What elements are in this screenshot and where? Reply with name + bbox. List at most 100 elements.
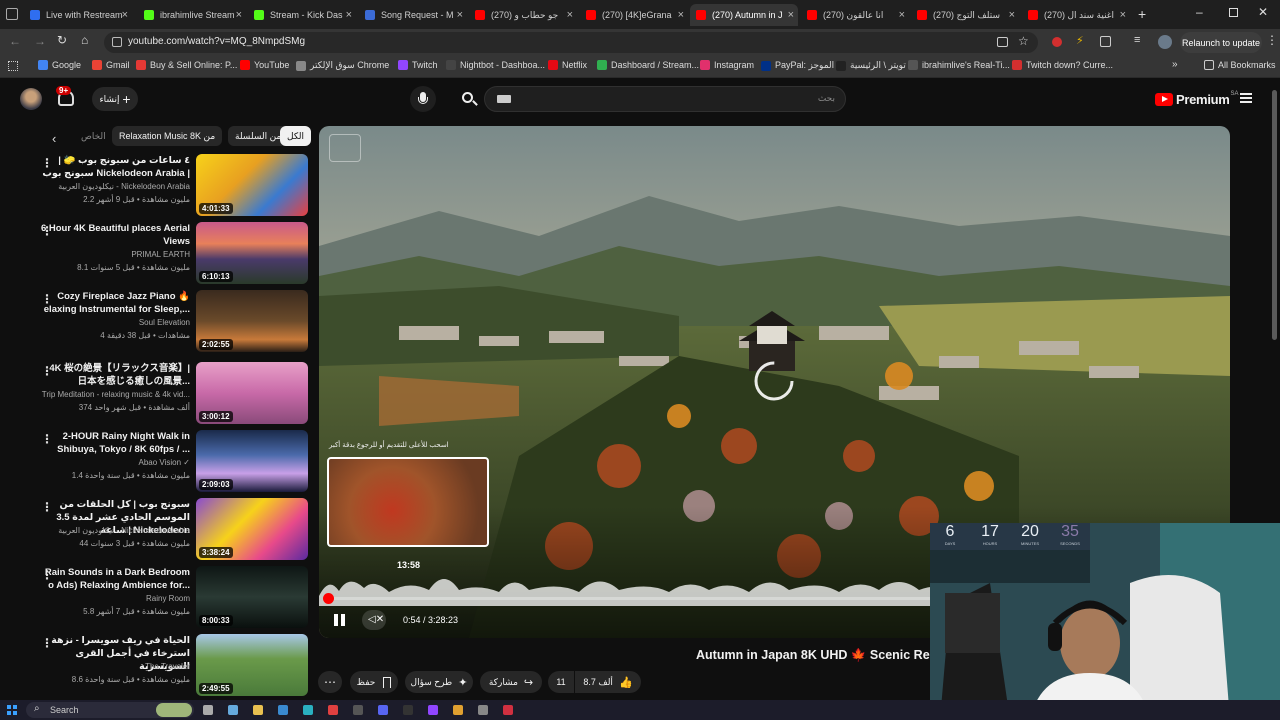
tab-close-icon[interactable]: × (236, 9, 242, 21)
bookmark-item[interactable]: Dashboard / Stream... (597, 60, 699, 70)
bookmark-item[interactable]: YouTube (240, 60, 289, 70)
site-info-icon[interactable] (112, 37, 122, 47)
windows-start-icon[interactable] (7, 705, 17, 715)
search-button[interactable] (456, 86, 482, 112)
reload-icon[interactable]: ↻ (57, 33, 67, 47)
guide-menu-icon[interactable] (1240, 93, 1252, 103)
apps-grid-icon[interactable] (8, 61, 18, 71)
mute-button[interactable]: ◁✕ (362, 610, 386, 630)
copilot-icon[interactable] (228, 705, 238, 715)
twitch-icon[interactable] (428, 705, 438, 715)
more-actions-button[interactable]: ⋯ (318, 671, 342, 693)
relaunch-button[interactable]: Relaunch to update (1180, 32, 1262, 53)
video-thumbnail[interactable]: 2:49:55 (196, 634, 308, 696)
extensions-puzzle-icon[interactable] (1100, 36, 1111, 47)
bookmark-item[interactable]: Nightbot - Dashboa... (446, 60, 545, 70)
bookmark-item[interactable]: Instagram (700, 60, 754, 70)
video-thumbnail[interactable]: 4:01:33 (196, 154, 308, 216)
youtube-premium-logo[interactable]: Premium SA (1155, 91, 1239, 107)
capcut-icon[interactable] (403, 705, 413, 715)
bookmark-item[interactable]: سوق الإلكتر Chrome (296, 60, 389, 71)
profile-avatar-icon[interactable] (1158, 35, 1172, 49)
related-video-item[interactable]: ⋮ ٤ ساعات من سبونج بوب 🧽 | سبونج بوب Nick… (0, 154, 310, 218)
dislike-button[interactable]: 11 (548, 671, 574, 693)
tab-close-icon[interactable]: × (346, 9, 352, 21)
bookmark-item[interactable]: PayPal: الموجز (761, 60, 834, 71)
tab-close-icon[interactable]: × (457, 9, 463, 21)
pause-button[interactable] (333, 612, 347, 628)
chrome-active-icon[interactable] (453, 705, 463, 715)
bookmark-item[interactable]: Twitch (398, 60, 438, 70)
video-thumbnail[interactable]: 8:00:33 (196, 566, 308, 628)
search-input[interactable]: بحث (484, 86, 846, 112)
related-video-item[interactable]: ⋮ 4K 桜の絶景【リラックス音楽】|日本を感じる癒しの風景... Trip Med… (0, 362, 310, 426)
keyboard-icon[interactable] (497, 95, 511, 103)
bookmark-item[interactable]: Gmail (92, 60, 130, 70)
browser-tab[interactable]: Stream - Kick Das × (248, 4, 356, 26)
forward-arrow-icon[interactable]: → (34, 34, 46, 48)
obs-icon[interactable] (353, 705, 363, 715)
tab-close-icon[interactable]: × (122, 9, 128, 21)
related-video-item[interactable]: ⋮ سبونج بوب | كل الحلقات من الموسم الحادي… (0, 498, 310, 562)
discord-icon[interactable] (378, 705, 388, 715)
tab-close-icon[interactable]: × (899, 9, 905, 21)
chips-prev-arrow-icon[interactable]: ‹ (52, 131, 56, 146)
edge-icon[interactable] (303, 705, 313, 715)
app-red-icon[interactable] (503, 705, 513, 715)
tab-close-icon[interactable]: × (788, 9, 794, 21)
close-window-button[interactable]: ✕ (1258, 5, 1268, 19)
bookmark-item[interactable]: تويتر \ الرئيسية (836, 60, 906, 71)
bookmark-item[interactable]: Twitch down? Curre... (1012, 60, 1113, 70)
browser-tab[interactable]: ibrahimlive Stream × (138, 4, 246, 26)
video-thumbnail[interactable]: 2:02:55 (196, 290, 308, 352)
tab-close-icon[interactable]: × (678, 9, 684, 21)
browser-tab[interactable]: (270) انا عالقون × (801, 4, 909, 26)
video-thumbnail[interactable]: 2:09:03 (196, 430, 308, 492)
related-video-item[interactable]: ⋮ 2-HOUR Rainy Night Walk in Shibuya, Tok… (0, 430, 310, 494)
task-view-icon[interactable] (203, 705, 213, 715)
extension-red-icon[interactable] (1052, 37, 1062, 47)
bookmark-item[interactable]: Netflix (548, 60, 587, 70)
video-thumbnail[interactable]: 6:10:13 (196, 222, 308, 284)
browser-tab[interactable]: (270) ستلف التوج × (911, 4, 1019, 26)
store-icon[interactable] (278, 705, 288, 715)
chip-channel[interactable]: Relaxation Music 8K من (112, 126, 223, 146)
all-bookmarks-folder[interactable]: All Bookmarks (1204, 60, 1276, 70)
home-icon[interactable]: ⌂ (81, 33, 88, 47)
chrome-icon[interactable] (328, 705, 338, 715)
tab-search-icon[interactable] (6, 8, 18, 20)
browser-tab[interactable]: Song Request - M × (359, 4, 467, 26)
related-video-item[interactable]: ⋮ الحياة في ريف سويسرا - نزهة استرخاء في … (0, 634, 310, 698)
tab-close-icon[interactable]: × (1009, 9, 1015, 21)
new-tab-button[interactable]: + (1138, 6, 1146, 22)
file-explorer-icon[interactable] (253, 705, 263, 715)
account-avatar[interactable] (20, 88, 42, 110)
address-bar[interactable]: youtube.com/watch?v=MQ_8NmpdSMg ☆ (104, 32, 1038, 53)
maximize-button[interactable] (1229, 8, 1238, 17)
menu-dots-icon[interactable]: ⋮ (1266, 33, 1278, 47)
page-scrollbar[interactable] (1272, 90, 1277, 340)
bookmark-item[interactable]: Buy & Sell Online: P... (136, 60, 237, 70)
bookmark-item[interactable]: ibrahimlive's Real-Ti... (908, 60, 1010, 70)
extension-bolt-icon[interactable]: ⚡ (1076, 34, 1084, 47)
back-arrow-icon[interactable]: ← (9, 34, 21, 48)
install-app-icon[interactable] (997, 37, 1008, 47)
minimize-button[interactable]: – (1196, 5, 1203, 19)
browser-tab[interactable]: (270) اغنية سند ال × (1022, 4, 1130, 26)
video-thumbnail[interactable]: 3:38:24 (196, 498, 308, 560)
chip-other[interactable]: الخاص (74, 126, 113, 146)
media-control-icon[interactable]: ≡ (1134, 34, 1140, 46)
taskbar-search-box[interactable]: ⌕ Search (26, 702, 194, 718)
share-button[interactable]: مشاركة ↪ (480, 671, 542, 693)
bookmark-star-icon[interactable]: ☆ (1018, 34, 1029, 48)
settings-icon[interactable] (478, 705, 488, 715)
related-video-item[interactable]: ⋮ 6 Hour 4K Beautiful places Aerial Views… (0, 222, 310, 286)
browser-tab[interactable]: (270) [4K]eGrana × (580, 4, 688, 26)
video-thumbnail[interactable]: 3:00:12 (196, 362, 308, 424)
browser-tab[interactable]: (270) جو حطاب و × (469, 4, 577, 26)
tab-close-icon[interactable]: × (567, 9, 573, 21)
related-video-item[interactable]: ⋮ Cozy Fireplace Jazz Piano 🔥 elaxing Ins… (0, 290, 310, 354)
progress-scrubber[interactable] (323, 593, 334, 604)
bookmark-item[interactable]: Google (38, 60, 81, 70)
create-button[interactable]: إنشاء + (92, 87, 138, 111)
